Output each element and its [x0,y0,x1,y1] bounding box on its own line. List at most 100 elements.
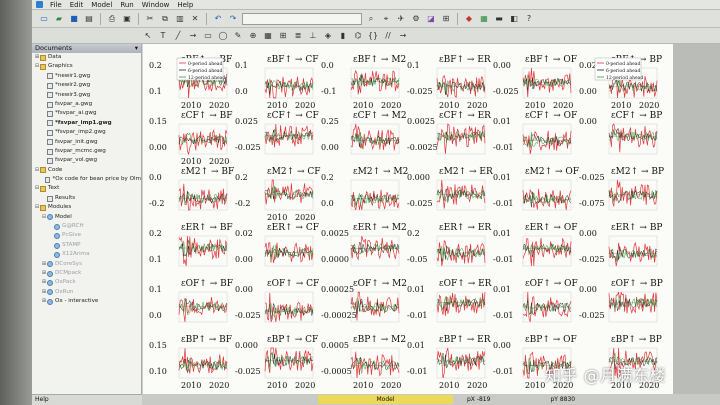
tree-item[interactable]: ⊟ Model [32,213,141,222]
tree-item[interactable]: ⊟ Text [32,184,141,193]
model-icon[interactable]: ◆ [463,13,475,25]
redo-icon[interactable]: ↷ [227,13,239,25]
paste-icon[interactable]: ▥ [174,13,186,25]
batch-icon[interactable]: ▬ [493,13,505,25]
tree-item[interactable]: STAMP [32,241,141,250]
tree-item[interactable]: *newir3.gwg [32,91,141,100]
panel-title: εOF↑ → BP [611,279,663,289]
pointer-icon[interactable]: ↖ [142,30,154,42]
menu-help[interactable]: Help [173,0,197,10]
data-icon[interactable]: ⊞ [440,13,452,25]
tree-item[interactable]: PcGive [32,231,141,240]
tree-item[interactable]: fsvpar_init.gwg [32,138,141,147]
tree-item[interactable]: fsvpar_vol.gwg [32,156,141,165]
legend-icon[interactable]: ≣ [292,30,304,42]
tree-item[interactable]: ⊟ Code [32,166,141,175]
ellipse-tool-icon[interactable]: ◯ [217,30,229,42]
y-tick-label: -0.025 [235,311,261,320]
tree-item[interactable]: *newir1.gwg [32,72,141,81]
menu-run[interactable]: Run [116,0,137,10]
debug-icon[interactable]: ⚙ [410,13,422,25]
tree-item[interactable]: ⊞ Data [32,53,141,62]
help-icon[interactable]: ? [523,13,535,25]
brace-icon[interactable]: {} [367,30,379,42]
tree-item[interactable]: *newir2.gwg [32,81,141,90]
arrow-tool-icon[interactable]: → [187,30,199,42]
open-folder-icon[interactable]: ▰ [53,13,65,25]
preview-icon[interactable]: ▣ [121,13,133,25]
graph-icon[interactable]: ◪ [425,13,437,25]
tree-item[interactable]: *fsvpar_imp1.gwg [32,119,141,128]
tree-item-label: *Ox code for bean price by Olm [52,176,141,183]
tree-item[interactable]: ⊞ Ox - interactive [32,297,141,306]
y-tick-label: -0.025 [579,311,605,320]
tree-item[interactable]: ⊞ OxPack [32,278,141,287]
legend-label: 6-period ahead [188,68,222,74]
tree-item[interactable]: ⊟ Modules [32,203,141,212]
tree-item[interactable]: ⊞ DCMpack [32,269,141,278]
menu-file[interactable]: File [46,0,66,10]
x-tick-label: 2010 [353,101,373,110]
bar-icon[interactable]: ▮ [337,30,349,42]
window-icon[interactable]: ◧ [508,13,520,25]
tree-item[interactable]: X12Arima [32,250,141,259]
tree-item[interactable]: fsvpar_a.gwg [32,100,141,109]
find-combo[interactable] [242,12,362,25]
panel-title: εM2↑ → BP [611,167,664,177]
series-line [350,291,400,321]
text-tool-icon[interactable]: T [157,30,169,42]
cut-icon[interactable]: ✂ [144,13,156,25]
tree-item-label: Ox - interactive [55,298,99,305]
tree-item-label: *fsvpar_imp2.gwg [55,129,106,136]
file-icon [47,82,53,89]
new-file-icon[interactable]: ▭ [38,13,50,25]
link-icon[interactable]: ⌬ [352,30,364,42]
axis-icon[interactable]: ⊥ [307,30,319,42]
print-icon[interactable]: ⎙ [106,13,118,25]
indent-icon[interactable]: → [397,30,409,42]
calc-icon[interactable]: ▦ [478,13,490,25]
tree-item[interactable]: Results [32,194,141,203]
folder-icon [40,186,46,193]
run-icon[interactable]: ✈ [395,13,407,25]
panel-title: εBF↑ → OF [525,55,577,65]
model-icon [47,214,53,221]
delete-icon[interactable]: ✕ [189,13,201,25]
save-all-icon[interactable]: ▤ [83,13,95,25]
tree-item[interactable]: ⊞ DCoreSys [32,260,141,269]
line-tool-icon[interactable]: ╱ [172,30,184,42]
panel-title: εBP↑ → ER [439,335,491,345]
menu-window[interactable]: Window [138,0,174,10]
graph-window[interactable]: εBF↑ → BF0.20.120102020εBF↑ → CF0.10.020… [143,44,673,394]
find-icon[interactable]: ⌕ [365,13,377,25]
help-tab[interactable]: Help [32,394,142,405]
series-line [178,183,228,211]
find-next-icon[interactable]: ⌖ [380,13,392,25]
symbol-icon[interactable]: ◈ [322,30,334,42]
rect-tool-icon[interactable]: ▭ [202,30,214,42]
tree-item[interactable]: G@RCH [32,222,141,231]
layout-icon[interactable]: ▦ [262,30,274,42]
tree-item[interactable]: fsvpar_mcmc.gwg [32,147,141,156]
panel-BF-M2: εBF↑ → M2 0.0 -0.1 2010 2020 [321,55,406,110]
zoom-icon[interactable]: ⊕ [247,30,259,42]
draw-tool-icon[interactable]: ✎ [232,30,244,42]
tree-item[interactable]: *fsvpar_imp2.gwg [32,128,141,137]
sidebar-close-icon[interactable]: ▾ [135,44,138,53]
undo-icon[interactable]: ↶ [212,13,224,25]
panel-OF-ER: εOF↑ → ER 0.01 -0.01 [407,279,492,323]
grid-icon[interactable]: ⊞ [277,30,289,42]
tree-item[interactable]: ⊟ Graphics [32,62,141,71]
tree-item[interactable]: *fsvpar_ai.gwg [32,109,141,118]
comment-icon[interactable]: // [382,30,394,42]
panel-title: εOF↑ → M2 [353,279,407,289]
tree-item[interactable]: ⊞ OxRun [32,288,141,297]
menu-model[interactable]: Model [87,0,116,10]
copy-icon[interactable]: ⧉ [159,13,171,25]
tree-item[interactable]: *Ox code for bean price by Olm [32,175,141,184]
menu-edit[interactable]: Edit [66,0,88,10]
x-tick-label: 2020 [295,381,315,390]
panel-M2-BF: εM2↑ → BF 0.0 -0.2 [149,167,234,211]
tree-item-label: *fsvpar_imp1.gwg [55,119,112,126]
save-icon[interactable]: ■ [68,13,80,25]
